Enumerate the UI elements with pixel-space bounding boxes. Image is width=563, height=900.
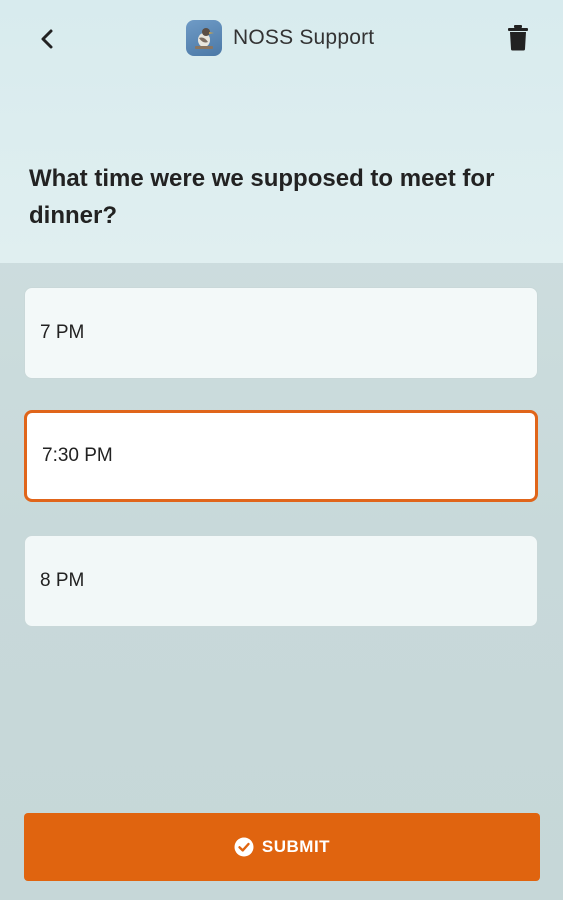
answer-option-730pm[interactable]: 7:30 PM: [24, 410, 538, 502]
chevron-left-icon: [41, 29, 53, 49]
question-text: What time were we supposed to meet for d…: [29, 165, 495, 229]
delete-button[interactable]: [500, 20, 536, 56]
answer-option-8pm[interactable]: 8 PM: [24, 535, 538, 627]
trash-icon: [508, 25, 528, 51]
check-circle-icon: [234, 837, 254, 857]
submit-label: SUBMIT: [261, 837, 331, 856]
app-title: NOSS Support: [233, 26, 375, 49]
bird-logo-icon: [186, 20, 222, 56]
header-panel: NOSS Support What time were we supposed …: [0, 0, 563, 263]
option-label: 7:30 PM: [42, 445, 113, 466]
option-label: 8 PM: [40, 570, 85, 591]
option-label: 7 PM: [40, 322, 85, 343]
header-title-group: NOSS Support: [186, 20, 374, 56]
back-button[interactable]: [30, 22, 64, 56]
answer-option-7pm[interactable]: 7 PM: [24, 287, 538, 379]
submit-button[interactable]: SUBMIT: [24, 813, 540, 881]
